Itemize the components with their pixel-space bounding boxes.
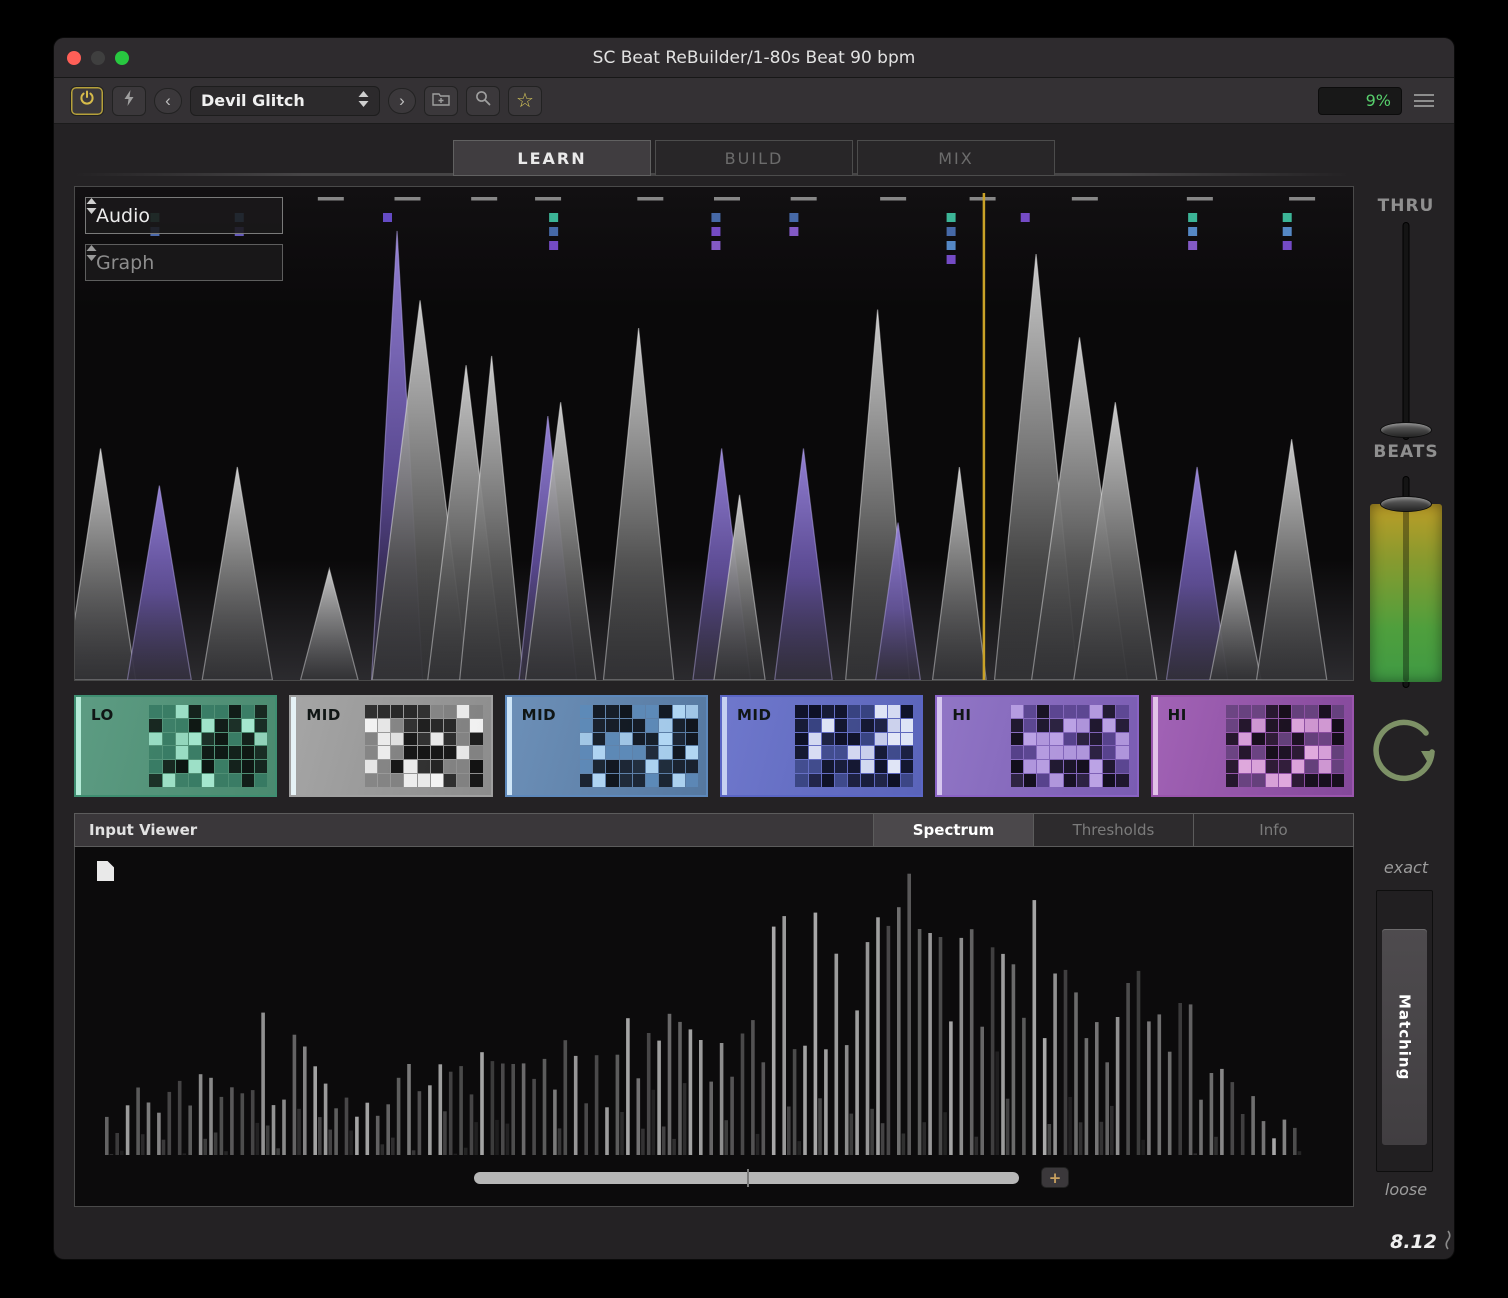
- tab-build[interactable]: BUILD: [655, 140, 853, 176]
- band-label: MID: [306, 706, 340, 724]
- preset-selector[interactable]: Devil Glitch: [190, 86, 380, 116]
- hamburger-icon: [1414, 94, 1434, 96]
- menu-button[interactable]: [1410, 87, 1438, 115]
- plugin-window: SC Beat ReBuilder/1-80s Beat 90 bpm ‹ De…: [54, 38, 1454, 1259]
- loose-label: loose: [1360, 1180, 1452, 1199]
- input-viewer: Input Viewer Spectrum Thresholds Info +: [74, 813, 1354, 1207]
- main-tabs: LEARN BUILD MIX: [54, 140, 1454, 176]
- band-mosaic: [1226, 705, 1344, 787]
- band-stripe: [1153, 697, 1158, 795]
- beats-label: BEATS: [1360, 442, 1452, 462]
- band-card-hi-1[interactable]: HI: [935, 695, 1138, 797]
- input-viewer-title: Input Viewer: [75, 821, 197, 839]
- slider-knob[interactable]: [1380, 496, 1432, 512]
- band-mosaic: [1011, 705, 1129, 787]
- graph-selector-label: Graph: [96, 252, 154, 274]
- graph-selector[interactable]: Graph: [85, 244, 283, 281]
- band-row: LO MID MID MID HI HI: [74, 695, 1354, 797]
- folder-add-icon: [432, 91, 450, 111]
- preset-name: Devil Glitch: [201, 91, 305, 110]
- traffic-lights: [67, 38, 129, 77]
- power-button[interactable]: [70, 86, 104, 116]
- save-preset-button[interactable]: [424, 86, 458, 116]
- titlebar[interactable]: SC Beat ReBuilder/1-80s Beat 90 bpm: [54, 38, 1454, 78]
- beats-level-bar: [1370, 504, 1442, 682]
- slider-track: [1403, 222, 1410, 440]
- tab-mix[interactable]: MIX: [857, 140, 1055, 176]
- toolbar: ‹ Devil Glitch › ☆ 9%: [54, 78, 1454, 124]
- star-icon: ☆: [516, 88, 534, 113]
- band-stripe: [507, 697, 512, 795]
- favorite-button[interactable]: ☆: [508, 86, 542, 116]
- band-mosaic: [149, 705, 267, 787]
- minimize-button[interactable]: [91, 51, 105, 65]
- matching-value-row: 8.12: [1340, 1230, 1452, 1254]
- next-preset-button[interactable]: ›: [388, 88, 416, 114]
- tab-thresholds[interactable]: Thresholds: [1033, 814, 1193, 846]
- band-label: HI: [952, 706, 971, 724]
- band-card-mid-3[interactable]: MID: [720, 695, 923, 797]
- exact-label: exact: [1360, 858, 1452, 877]
- loop-arrow-icon: [1366, 776, 1444, 791]
- thru-label: THRU: [1360, 196, 1452, 216]
- search-presets-button[interactable]: [466, 86, 500, 116]
- band-mosaic: [580, 705, 698, 787]
- band-card-mid-2[interactable]: MID: [505, 695, 708, 797]
- tab-learn[interactable]: LEARN: [453, 140, 651, 176]
- band-label: MID: [737, 706, 771, 724]
- band-stripe: [722, 697, 727, 795]
- slider-knob[interactable]: [1380, 422, 1432, 438]
- tab-spectrum[interactable]: Spectrum: [873, 814, 1033, 846]
- spectrum-view[interactable]: +: [74, 847, 1354, 1207]
- waveform-display[interactable]: Audio Graph: [74, 186, 1354, 681]
- window-title: SC Beat ReBuilder/1-80s Beat 90 bpm: [593, 48, 916, 68]
- power-icon: [79, 90, 95, 111]
- band-stripe: [76, 697, 81, 795]
- spectrum-svg: [75, 847, 1353, 1205]
- zoom-in-button[interactable]: +: [1041, 1167, 1069, 1188]
- matching-slider-label: Matching: [1396, 994, 1414, 1080]
- loop-button[interactable]: [1366, 710, 1444, 788]
- band-card-lo[interactable]: LO: [74, 695, 277, 797]
- matching-slider[interactable]: Matching: [1376, 890, 1433, 1172]
- updown-arrows-icon: [358, 91, 369, 111]
- prev-preset-button[interactable]: ‹: [154, 88, 182, 114]
- band-label: HI: [1168, 706, 1187, 724]
- matching-value[interactable]: 8.12: [1390, 1231, 1437, 1253]
- cpu-meter: 9%: [1318, 87, 1402, 115]
- corner-grip-icon: [1444, 1230, 1452, 1254]
- band-mosaic: [365, 705, 483, 787]
- audio-selector-label: Audio: [96, 205, 150, 227]
- audio-selector[interactable]: Audio: [85, 197, 283, 234]
- spectrum-scrollbar[interactable]: [474, 1172, 1019, 1184]
- band-card-hi-2[interactable]: HI: [1151, 695, 1354, 797]
- tab-info[interactable]: Info: [1193, 814, 1353, 846]
- fullscreen-button[interactable]: [115, 51, 129, 65]
- band-label: MID: [522, 706, 556, 724]
- lightning-icon: [122, 90, 136, 111]
- input-viewer-tabs: Spectrum Thresholds Info: [873, 814, 1353, 846]
- matching-slider-handle[interactable]: Matching: [1382, 929, 1427, 1145]
- search-icon: [475, 90, 491, 111]
- band-mosaic: [795, 705, 913, 787]
- input-viewer-header: Input Viewer Spectrum Thresholds Info: [74, 813, 1354, 847]
- trigger-button[interactable]: [112, 86, 146, 116]
- thru-slider[interactable]: [1360, 222, 1452, 440]
- close-button[interactable]: [67, 51, 81, 65]
- band-stripe: [937, 697, 942, 795]
- band-stripe: [291, 697, 296, 795]
- band-card-mid-1[interactable]: MID: [289, 695, 492, 797]
- beats-slider[interactable]: [1360, 476, 1452, 688]
- band-label: LO: [91, 706, 114, 724]
